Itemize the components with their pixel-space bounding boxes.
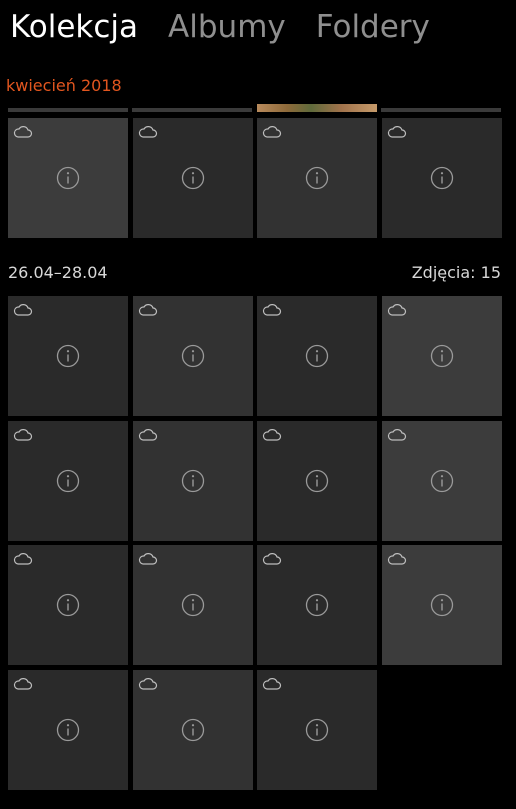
cloud-icon: [262, 677, 282, 690]
cloud-icon: [262, 553, 282, 565]
tab-foldery[interactable]: Foldery: [316, 6, 430, 48]
photo-tile[interactable]: [257, 420, 377, 541]
previous-row-strip: [381, 108, 501, 112]
cloud-icon: [13, 126, 33, 138]
info-icon: [56, 718, 80, 741]
cloud-icon: [138, 677, 157, 690]
date-range-label: 26.04–28.04: [8, 263, 108, 282]
photo-thumbnail-strip[interactable]: [257, 104, 377, 112]
photo-tile[interactable]: [381, 118, 502, 238]
photo-tile[interactable]: [8, 545, 128, 665]
cloud-icon: [13, 428, 33, 441]
photo-tile[interactable]: [132, 118, 253, 238]
previous-row-strip: [132, 108, 252, 112]
month-header: kwiecień 2018: [6, 76, 122, 95]
photo-tile[interactable]: [381, 296, 502, 416]
info-icon: [305, 593, 329, 617]
info-icon: [56, 166, 80, 190]
info-icon: [181, 166, 204, 190]
photo-tile[interactable]: [8, 669, 128, 790]
cloud-icon: [387, 553, 406, 565]
photo-count-label: Zdjęcia: 15: [411, 263, 501, 282]
info-icon: [56, 469, 80, 492]
photo-tile[interactable]: [8, 296, 128, 416]
section-header: 26.04–28.04 Zdjęcia: 15: [8, 263, 501, 282]
tab-albumy[interactable]: Albumy: [168, 6, 286, 48]
photo-tile[interactable]: [257, 118, 377, 238]
info-icon: [305, 469, 329, 492]
photo-grid-top: [8, 118, 502, 238]
photo-tile[interactable]: [8, 118, 128, 238]
cloud-icon: [387, 126, 406, 138]
info-icon: [305, 344, 329, 368]
info-icon: [56, 344, 80, 368]
pivot-header: Kolekcja Albumy Foldery: [10, 6, 430, 48]
cloud-icon: [138, 304, 157, 316]
info-icon: [181, 718, 204, 741]
photo-tile[interactable]: [381, 420, 502, 541]
info-icon: [430, 166, 453, 190]
info-icon: [305, 166, 329, 190]
cloud-icon: [13, 553, 33, 565]
cloud-icon: [262, 428, 282, 441]
previous-row-strip: [8, 108, 128, 112]
photo-tile[interactable]: [132, 545, 253, 665]
info-icon: [305, 718, 329, 741]
photo-tile[interactable]: [381, 545, 502, 665]
tab-kolekcja[interactable]: Kolekcja: [10, 6, 138, 48]
cloud-icon: [387, 304, 406, 316]
photo-tile[interactable]: [132, 420, 253, 541]
cloud-icon: [13, 304, 33, 316]
photo-tile[interactable]: [132, 296, 253, 416]
info-icon: [430, 593, 453, 617]
cloud-icon: [138, 553, 157, 565]
photo-tile[interactable]: [257, 296, 377, 416]
cloud-icon: [387, 428, 406, 441]
cloud-icon: [138, 126, 157, 138]
cloud-icon: [262, 304, 282, 316]
cloud-icon: [13, 677, 33, 690]
photo-tile[interactable]: [132, 669, 253, 790]
info-icon: [181, 593, 204, 617]
info-icon: [181, 469, 204, 492]
cloud-icon: [262, 126, 282, 138]
info-icon: [56, 593, 80, 617]
info-icon: [430, 344, 453, 368]
photo-grid-main: [8, 296, 502, 790]
photo-tile[interactable]: [257, 669, 377, 790]
cloud-icon: [138, 428, 157, 441]
photo-tile[interactable]: [257, 545, 377, 665]
info-icon: [430, 469, 453, 492]
info-icon: [181, 344, 204, 368]
photo-tile[interactable]: [8, 420, 128, 541]
